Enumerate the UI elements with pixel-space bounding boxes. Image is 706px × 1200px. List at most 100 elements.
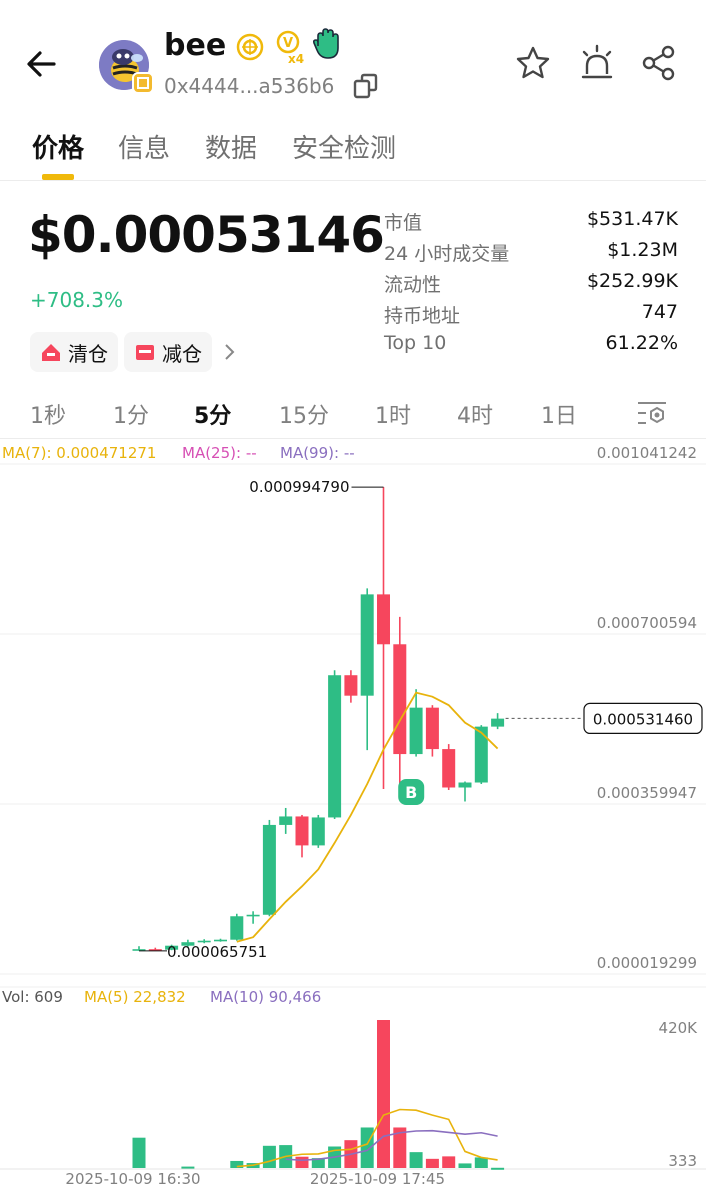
- alert-icon[interactable]: [578, 44, 616, 82]
- candle-body: [425, 707, 439, 750]
- timeframe-1h[interactable]: 1时: [375, 398, 411, 430]
- timeframe-5m[interactable]: 5分: [194, 398, 231, 430]
- price-change: +708.3%: [30, 288, 124, 312]
- clear-label: 清仓: [68, 341, 108, 366]
- stat-value: 61.22%: [605, 332, 678, 354]
- candle-body: [279, 816, 293, 825]
- volume-bar: [262, 1145, 276, 1168]
- y-tick-label: 0.000700594: [597, 614, 697, 632]
- clear-position-icon: [42, 344, 60, 361]
- candle-body: [474, 726, 488, 783]
- stat-label: Top 10: [384, 332, 447, 354]
- tab-data[interactable]: 数据: [205, 128, 257, 165]
- timeframe-4h[interactable]: 4时: [457, 398, 493, 430]
- star-icon[interactable]: [514, 44, 552, 82]
- tab-security-check[interactable]: 安全检测: [292, 128, 396, 165]
- candle-body: [246, 914, 260, 917]
- stat-label: 流动性: [384, 274, 442, 296]
- candle-body: [491, 718, 505, 727]
- volume-badge-icon: V x4: [276, 30, 304, 66]
- tab-bar: 价格 信息 数据 安全检测: [0, 124, 706, 180]
- volume-bar: [377, 1020, 390, 1168]
- candle-body: [311, 817, 325, 846]
- candle-body: [360, 594, 374, 696]
- low-price-label: 0.000065751: [167, 943, 267, 961]
- volume-bar: [442, 1156, 456, 1168]
- token-name: bee: [164, 28, 227, 63]
- timeframe-1s[interactable]: 1秒: [30, 398, 66, 430]
- chain-badge-icon: [132, 72, 154, 94]
- candle-body: [409, 707, 423, 755]
- stat-label: 24 小时成交量: [384, 243, 510, 265]
- candle-body: [214, 939, 227, 942]
- stat-row-market-cap: 市值 $531.47K: [384, 206, 678, 237]
- timeframe-1d[interactable]: 1日: [541, 398, 577, 430]
- timeframe-15m[interactable]: 15分: [279, 398, 329, 430]
- volume-axis-label: 420K: [659, 1019, 699, 1037]
- y-tick-label: 0.000019299: [597, 954, 697, 972]
- volume-bar: [181, 1166, 195, 1169]
- volume-bar: [132, 1137, 146, 1168]
- back-arrow-icon[interactable]: [22, 44, 62, 84]
- svg-text:x4: x4: [288, 52, 304, 64]
- candle-body: [344, 675, 358, 696]
- current-price: $0.00053146: [28, 206, 385, 264]
- candle-body: [230, 916, 244, 940]
- multiplier-badge: V x4: [274, 30, 306, 68]
- volume-bar: [425, 1158, 439, 1168]
- reduce-position-icon: [136, 345, 154, 360]
- stat-row-holders: 持币地址 747: [384, 299, 678, 330]
- stat-value: $252.99K: [586, 270, 678, 292]
- candle-body: [262, 824, 276, 915]
- share-icon[interactable]: [640, 44, 678, 82]
- reduce-position-button[interactable]: 减仓: [124, 332, 212, 372]
- current-price-label: 0.000531460: [593, 710, 693, 728]
- volume-bar: [360, 1127, 374, 1168]
- header: bee V x4 0x4444...a536b6: [0, 0, 706, 118]
- candle-body: [393, 644, 407, 755]
- tab-price[interactable]: 价格: [32, 128, 84, 165]
- volume-bar: [474, 1157, 488, 1168]
- stat-row-top10: Top 10 61.22%: [384, 330, 678, 361]
- copy-icon[interactable]: [352, 72, 380, 100]
- chart-settings-icon[interactable]: [636, 400, 668, 428]
- price-chart[interactable]: 0.001041242 0.000700594 0.000359947 0.00001…: [0, 440, 706, 1200]
- stat-value: 747: [641, 301, 678, 323]
- hand-wave-icon: [312, 28, 339, 59]
- candle-body: [295, 816, 309, 846]
- stat-label: 市值: [384, 212, 423, 234]
- tab-info[interactable]: 信息: [118, 128, 170, 165]
- candle-body: [442, 749, 456, 788]
- volume-bar: [295, 1156, 309, 1168]
- reduce-label: 减仓: [162, 341, 202, 366]
- stat-row-volume: 24 小时成交量 $1.23M: [384, 237, 678, 268]
- candle-body: [328, 675, 342, 818]
- divider: [0, 438, 706, 439]
- stat-value: $1.23M: [607, 239, 678, 261]
- x-tick-label: 2025-10-09 17:45: [310, 1170, 445, 1188]
- verified-coin-icon: [236, 33, 264, 61]
- y-tick-label: 0.001041242: [597, 444, 697, 462]
- stat-row-liquidity: 流动性 $252.99K: [384, 268, 678, 299]
- volume-bar: [458, 1163, 472, 1168]
- stat-value: $531.47K: [586, 208, 678, 230]
- volume-bar: [409, 1152, 423, 1168]
- clear-position-button[interactable]: 清仓: [30, 332, 118, 372]
- chevron-right-icon[interactable]: [222, 340, 238, 364]
- volume-bar: [491, 1167, 505, 1170]
- stat-label: 持币地址: [384, 305, 461, 327]
- timeframe-bar: 1秒 1分 5分 15分 1时 4时 1日: [0, 390, 706, 436]
- buy-marker-label: B: [405, 783, 417, 802]
- volume-ma10-line: [285, 1129, 498, 1162]
- y-tick-label: 0.000359947: [597, 784, 697, 802]
- volume-axis-label: 333: [668, 1152, 697, 1170]
- svg-text:V: V: [283, 36, 293, 51]
- x-tick-label: 2025-10-09 16:30: [65, 1170, 200, 1188]
- candle-body: [377, 594, 390, 645]
- divider: [0, 180, 706, 181]
- contract-address: 0x4444...a536b6: [164, 74, 335, 98]
- timeframe-1m[interactable]: 1分: [113, 398, 149, 430]
- high-price-label: 0.000994790: [249, 478, 349, 496]
- market-stats: 市值 $531.47K 24 小时成交量 $1.23M 流动性 $252.99K…: [384, 206, 678, 361]
- candle-body: [458, 782, 472, 788]
